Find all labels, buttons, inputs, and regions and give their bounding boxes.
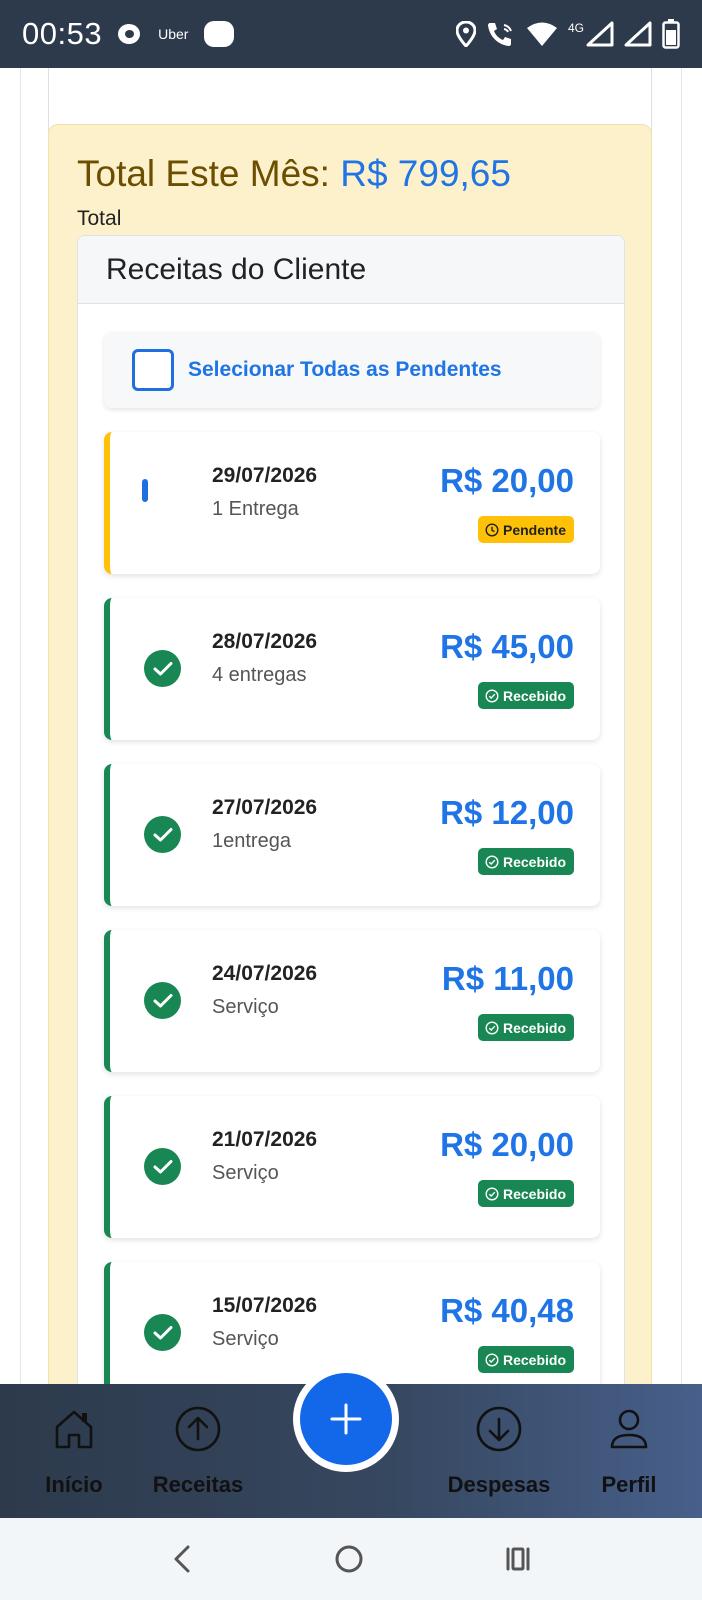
nav-item-inicio[interactable]: Início <box>36 1384 112 1518</box>
nav-item-despesas[interactable]: Despesas <box>444 1384 554 1518</box>
receipt-amount: R$ 45,00 <box>440 628 574 665</box>
select-all-pending[interactable]: Selecionar Todas as Pendentes <box>104 332 600 408</box>
check-circle-icon <box>144 1148 181 1185</box>
check-circle-small-icon <box>485 854 499 869</box>
receipt-amount: R$ 20,00 <box>440 462 574 499</box>
check-circle-small-icon <box>485 688 499 703</box>
panel-header: Receitas do Cliente <box>78 236 624 304</box>
receipt-checkbox-wrap[interactable] <box>142 479 190 530</box>
status-badge-received: Recebido <box>477 682 574 709</box>
fab-inner <box>300 1373 392 1465</box>
nav-label-receitas: Receitas <box>152 1472 244 1497</box>
check-circle-icon <box>144 650 181 687</box>
receipt-description: 1entrega <box>212 830 291 852</box>
check-circle-icon <box>144 1314 181 1351</box>
clock-icon <box>485 522 499 537</box>
plus-icon <box>330 1403 362 1435</box>
receipt-amount: R$ 40,48 <box>440 1292 574 1329</box>
location-icon <box>455 21 476 47</box>
receipt-date: 28/07/2026 <box>212 630 318 653</box>
status-badge-pending: Pendente <box>477 516 574 543</box>
check-circle-icon <box>144 982 181 1019</box>
receipt-item[interactable]: 21/07/2026 Serviço R$ 20,00 Recebido <box>104 1096 600 1238</box>
receipt-item[interactable]: 24/07/2026 Serviço R$ 11,00 Recebido <box>104 930 600 1072</box>
receipt-item[interactable]: 28/07/2026 4 entregas R$ 45,00 Recebido <box>104 598 600 740</box>
system-nav-bar <box>0 1518 702 1600</box>
check-circle-small-icon <box>485 1352 499 1367</box>
receipt-amount: R$ 20,00 <box>440 1126 574 1163</box>
add-receipt-fab[interactable] <box>293 1366 399 1472</box>
select-all-label: Selecionar Todas as Pendentes <box>188 358 502 381</box>
main-content[interactable]: Total Este Mês: R$ 799,65 Total Receitas… <box>0 68 702 1384</box>
chat-icon <box>118 24 141 44</box>
nav-label-perfil: Perfil <box>601 1472 657 1497</box>
battery-icon <box>662 19 680 49</box>
check-circle-small-icon <box>485 1186 499 1201</box>
nav-label-despesas: Despesas <box>447 1472 551 1497</box>
receipt-item[interactable]: 29/07/2026 1 Entrega R$ 20,00 Pendente <box>104 432 600 574</box>
check-circle-small-icon <box>485 1020 499 1035</box>
status-badge-received: Recebido <box>477 848 574 875</box>
month-total-title: Total Este Mês: R$ 799,65 <box>77 153 511 195</box>
select-all-checkbox[interactable] <box>132 349 174 391</box>
receipt-date: 27/07/2026 <box>212 796 318 819</box>
status-badge-label: Recebido <box>502 1351 566 1368</box>
status-badge-received: Recebido <box>477 1014 574 1041</box>
status-bar: 00:53 Uber 4G <box>0 0 702 68</box>
receipt-description: Serviço <box>212 1162 279 1184</box>
nav-item-receitas[interactable]: Receitas <box>148 1384 248 1518</box>
signal-icon <box>624 21 652 47</box>
check-circle-icon <box>144 816 181 853</box>
receipt-date: 24/07/2026 <box>212 962 318 985</box>
receipt-date: 21/07/2026 <box>212 1128 318 1151</box>
receipt-amount: R$ 11,00 <box>441 960 574 997</box>
receipt-date: 29/07/2026 <box>212 464 318 487</box>
home-icon <box>55 1410 93 1449</box>
status-time: 00:53 <box>22 16 103 51</box>
month-total-subtitle: Total <box>77 207 122 230</box>
app-icon <box>204 21 235 47</box>
status-badge-label: Recebido <box>502 1019 566 1036</box>
month-total-label: Total Este Mês: <box>77 153 330 194</box>
receipt-description: 4 entregas <box>212 664 307 686</box>
status-badge-received: Recebido <box>477 1180 574 1207</box>
panel-title: Receitas do Cliente <box>106 252 367 286</box>
arrow-up-circle-icon <box>175 1406 221 1452</box>
month-total-amount: R$ 799,65 <box>340 153 511 194</box>
receipt-date: 15/07/2026 <box>212 1294 318 1317</box>
status-badge-received: Recebido <box>477 1346 574 1373</box>
back-icon[interactable] <box>168 1543 196 1575</box>
receipt-amount: R$ 12,00 <box>440 794 574 831</box>
arrow-down-circle-icon <box>476 1406 522 1452</box>
receipt-checkbox[interactable] <box>142 479 148 502</box>
client-receipts-panel: Receitas do Cliente Selecionar Todas as … <box>77 235 625 1384</box>
signal-icon <box>586 21 614 47</box>
receipt-description: 1 Entrega <box>212 498 299 520</box>
recents-icon[interactable] <box>502 1543 534 1575</box>
wifi-icon <box>526 22 557 46</box>
status-badge-label: Recebido <box>502 853 566 870</box>
status-badge-label: Recebido <box>502 687 566 704</box>
network-type-label: 4G <box>567 21 584 35</box>
user-icon <box>610 1409 648 1449</box>
month-total-card: Total Este Mês: R$ 799,65 Total Receitas… <box>48 124 652 1384</box>
receipt-item[interactable]: 27/07/2026 1entrega R$ 12,00 Recebido <box>104 764 600 906</box>
home-circle-icon[interactable] <box>333 1543 365 1575</box>
uber-notification-label: Uber <box>158 26 189 42</box>
nav-label-inicio: Início <box>45 1472 103 1497</box>
receipt-description: Serviço <box>212 996 279 1018</box>
status-badge-label: Recebido <box>502 1185 566 1202</box>
wifi-call-icon <box>487 23 512 46</box>
receipt-description: Serviço <box>212 1328 279 1350</box>
nav-item-perfil[interactable]: Perfil <box>592 1384 666 1518</box>
status-badge-label: Pendente <box>502 521 566 538</box>
